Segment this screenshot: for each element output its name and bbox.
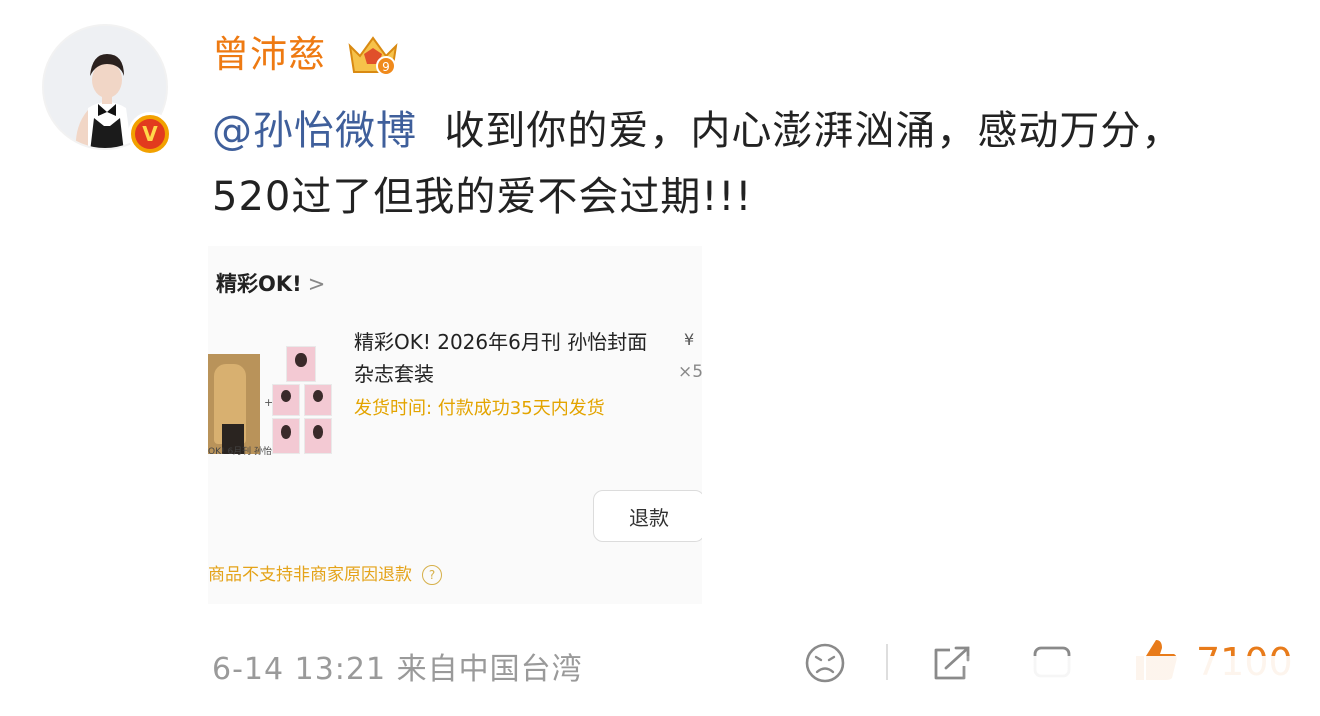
shop-name: 精彩OK! >	[216, 268, 325, 298]
magazine-cover-thumbnail	[208, 354, 260, 454]
product-title: 精彩OK! 2026年6月刊 孙怡封面杂志套装	[354, 330, 648, 386]
level-number: 9	[382, 60, 390, 74]
refund-button[interactable]: 退款	[593, 490, 702, 542]
quantity: ×5	[678, 362, 702, 382]
post-source: 来自中国台湾	[396, 652, 583, 687]
post-date: 6-14 13:21	[212, 652, 387, 687]
sad-face-icon[interactable]	[804, 642, 846, 684]
footer-divider	[886, 644, 888, 680]
verified-badge-icon: V	[128, 112, 172, 156]
embedded-order-image[interactable]: 精彩OK! > OK! 6月刊 孙怡 + 精彩OK! 2026年6月刊 孙怡封面杂…	[208, 246, 702, 604]
thumbnail-caption: OK! 6月刊 孙怡	[208, 447, 273, 457]
chevron-right-icon: >	[307, 272, 326, 296]
refund-policy-note: 商品不支持非商家原因退款?	[208, 560, 442, 585]
shop-name-label: 精彩OK!	[216, 272, 302, 296]
post-content: @孙怡微博 收到你的爱，内心澎湃汹涌，感动万分，520过了但我的爱不会过期!!!	[212, 98, 1252, 230]
post-meta: 6-14 13:21 来自中国台湾	[212, 644, 583, 688]
crown-level-icon: 9	[348, 36, 398, 76]
price: ¥	[684, 330, 695, 349]
blur-overlay	[960, 656, 1320, 702]
author-name[interactable]: 曾沛慈	[212, 30, 326, 80]
refund-policy-text: 商品不支持非商家原因退款	[208, 565, 412, 585]
photo-card-set-thumbnail	[272, 346, 332, 458]
help-icon[interactable]: ?	[422, 565, 442, 585]
shipping-time: 发货时间: 付款成功35天内发货	[354, 398, 605, 419]
mention-link[interactable]: @孙怡微博	[212, 108, 417, 154]
